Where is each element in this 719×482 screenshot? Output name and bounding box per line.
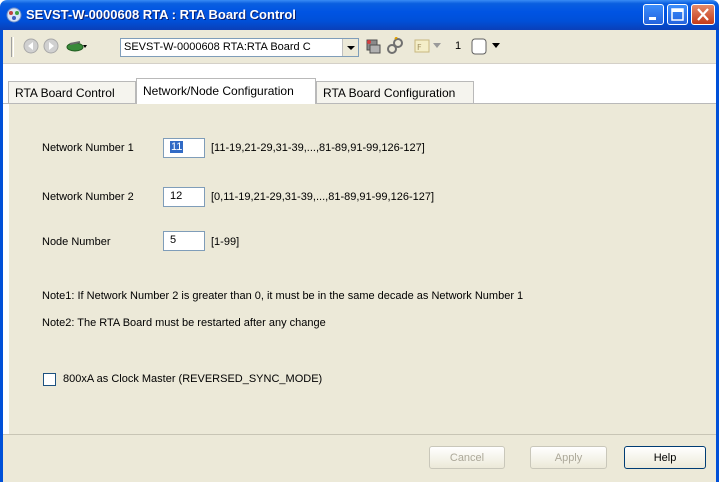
- clock-master-checkbox[interactable]: [43, 373, 56, 386]
- location-value: SEVST-W-0000608 RTA:RTA Board C: [124, 41, 311, 53]
- tab-network-node-configuration[interactable]: Network/Node Configuration: [136, 78, 316, 104]
- apply-button[interactable]: Apply: [530, 446, 607, 469]
- network-number-1-label: Network Number 1: [42, 142, 134, 154]
- node-number-value: 5: [170, 234, 177, 246]
- note-2: Note2: The RTA Board must be restarted a…: [42, 317, 326, 329]
- object-icon[interactable]: [66, 39, 88, 53]
- node-number-label: Node Number: [42, 236, 111, 248]
- tab-rta-board-control[interactable]: RTA Board Control: [8, 81, 136, 103]
- button-bar: [3, 434, 716, 482]
- cancel-button[interactable]: Cancel: [429, 446, 505, 469]
- network-number-1-range: [11-19,21-29,31-39,...,81-89,91-99,126-1…: [211, 142, 425, 154]
- rta-board-control-window: SEVST-W-0000608 RTA : RTA Board Control …: [0, 0, 719, 482]
- page-number: 1: [455, 40, 462, 52]
- minimize-icon: [649, 17, 656, 20]
- network-number-2-label: Network Number 2: [42, 191, 134, 203]
- maximize-icon: [671, 8, 684, 21]
- app-icon: [6, 7, 22, 23]
- forward-icon[interactable]: [43, 38, 59, 54]
- page-icon[interactable]: [471, 38, 487, 55]
- location-dropdown-button[interactable]: [342, 39, 358, 56]
- clock-master-label: 800xA as Clock Master (REVERSED_SYNC_MOD…: [63, 373, 323, 385]
- chevron-down-icon: [347, 46, 355, 50]
- link-icon[interactable]: [386, 37, 404, 55]
- maximize-button[interactable]: [667, 4, 688, 25]
- window-title: SEVST-W-0000608 RTA : RTA Board Control: [26, 7, 296, 22]
- toolbar: SEVST-W-0000608 RTA:RTA Board C F 1: [3, 30, 716, 64]
- network-number-1-input[interactable]: 11: [163, 138, 205, 158]
- tab-strip: RTA Board Control Network/Node Configura…: [3, 64, 716, 104]
- refresh-icon[interactable]: [364, 37, 382, 55]
- node-number-range: [1-99]: [211, 236, 240, 248]
- close-button[interactable]: [691, 4, 715, 25]
- network-number-2-range: [0,11-19,21-29,31-39,...,81-89,91-99,126…: [211, 191, 435, 203]
- back-icon[interactable]: [23, 38, 39, 54]
- network-node-config-panel: Network Number 1 11 [11-19,21-29,31-39,.…: [9, 104, 716, 434]
- toolbar-grip[interactable]: [11, 37, 14, 57]
- network-number-1-value: 11: [170, 141, 184, 153]
- function-icon[interactable]: F: [414, 39, 430, 53]
- location-combo[interactable]: SEVST-W-0000608 RTA:RTA Board C: [120, 38, 359, 57]
- close-icon: [697, 8, 709, 21]
- note-1: Note1: If Network Number 2 is greater th…: [42, 290, 524, 302]
- title-bar[interactable]: SEVST-W-0000608 RTA : RTA Board Control: [0, 0, 719, 30]
- network-number-2-value: 12: [170, 190, 183, 202]
- network-number-2-input[interactable]: 12: [163, 187, 205, 207]
- node-number-input[interactable]: 5: [163, 231, 205, 251]
- page-dropdown-icon[interactable]: [492, 43, 500, 49]
- svg-text:F: F: [417, 43, 422, 52]
- tab-rta-board-configuration[interactable]: RTA Board Configuration: [316, 81, 474, 103]
- function-dropdown-icon[interactable]: [433, 43, 441, 49]
- minimize-button[interactable]: [643, 4, 664, 25]
- help-button[interactable]: Help: [624, 446, 706, 469]
